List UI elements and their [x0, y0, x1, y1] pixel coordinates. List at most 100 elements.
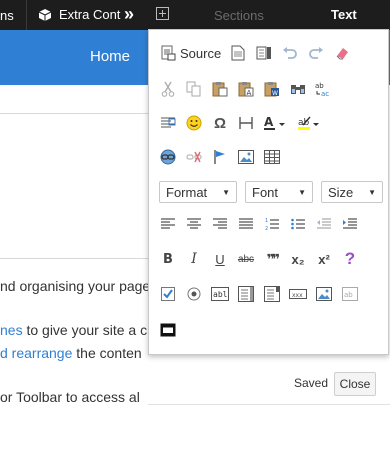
content-text: nd organising your page	[0, 278, 151, 294]
content-text: or Toolbar to access al	[0, 389, 140, 405]
cube-icon	[38, 8, 52, 22]
increase-indent-icon[interactable]	[341, 215, 359, 233]
chevron-double-right-icon[interactable]: »	[124, 4, 134, 25]
svg-text:ac: ac	[321, 90, 329, 97]
size-label: Size	[328, 184, 354, 200]
toolbar-row-document: Source	[159, 42, 351, 64]
smiley-icon[interactable]	[185, 114, 203, 132]
format-dropdown[interactable]: Format ▼	[159, 181, 237, 203]
textarea-icon[interactable]	[237, 285, 255, 303]
cut-icon[interactable]	[159, 80, 177, 98]
font-label: Font	[252, 184, 279, 200]
templates-icon[interactable]	[255, 44, 273, 62]
help-button[interactable]: ?	[341, 249, 359, 268]
background-color-icon[interactable]: ab	[297, 114, 323, 132]
toolbar-row-forms: abl xxx ab	[159, 283, 359, 305]
font-dropdown[interactable]: Font ▼	[245, 181, 313, 203]
bold-button[interactable]: B	[159, 250, 177, 268]
hidden-field-icon[interactable]: ab	[341, 285, 359, 303]
top-toolbar: ns Extra Cont » Sections Text	[0, 0, 390, 30]
italic-button[interactable]: I	[185, 250, 203, 268]
content-text: nes to give your site a c	[0, 322, 148, 338]
toolbar-row-links	[159, 146, 281, 168]
tab-text[interactable]: Text	[331, 7, 357, 22]
content-divider	[0, 113, 150, 114]
undo-icon[interactable]	[281, 44, 299, 62]
redo-icon[interactable]	[307, 44, 325, 62]
link-icon[interactable]	[159, 148, 177, 166]
svg-text:ab: ab	[344, 291, 353, 299]
toolbar-row-basic-styles: B I U abc ❞❞ x₂ x² ?	[159, 248, 359, 270]
decrease-indent-icon[interactable]	[315, 215, 333, 233]
strikethrough-button[interactable]: abc	[237, 250, 255, 268]
extra-content-label: Extra Cont	[59, 7, 121, 22]
chevron-down-icon: ▼	[298, 187, 306, 197]
source-icon	[159, 44, 177, 62]
paste-text-icon[interactable]: A	[237, 80, 255, 98]
paste-icon[interactable]	[211, 80, 229, 98]
remove-format-icon[interactable]	[333, 44, 351, 62]
content-text: d rearrange the conten	[0, 345, 142, 361]
chevron-down-icon: ▼	[368, 187, 376, 197]
toolbar-row-extra	[159, 319, 177, 341]
add-section-icon[interactable]	[156, 7, 169, 23]
align-center-icon[interactable]	[185, 215, 203, 233]
extra-content-button[interactable]: Extra Cont	[38, 7, 120, 22]
align-right-icon[interactable]	[211, 215, 229, 233]
paste-from-word-icon[interactable]: W	[263, 80, 281, 98]
svg-text:A: A	[247, 89, 252, 97]
nav-home-link[interactable]: Home	[90, 48, 130, 65]
new-page-icon[interactable]	[229, 44, 247, 62]
horizontal-rule-icon[interactable]	[237, 114, 255, 132]
size-dropdown[interactable]: Size ▼	[321, 181, 383, 203]
align-justify-icon[interactable]	[237, 215, 255, 233]
editor-bottom-divider	[148, 404, 390, 405]
subscript-button[interactable]: x₂	[289, 250, 307, 268]
svg-text:ab: ab	[315, 82, 324, 90]
button-field-icon[interactable]: xxx	[289, 285, 307, 303]
special-character-icon[interactable]: Ω	[211, 114, 229, 132]
table-icon[interactable]	[263, 148, 281, 166]
svg-text:xxx: xxx	[292, 292, 303, 299]
editor-toolbar-panel: Source A W ab ac Ω A ab Format ▼ Font ▼ …	[148, 29, 389, 355]
toolbar-row-insert: Ω A ab	[159, 112, 323, 134]
select-field-icon[interactable]	[263, 285, 281, 303]
svg-text:2: 2	[265, 226, 268, 231]
text-field-icon[interactable]: abl	[211, 285, 229, 303]
copy-icon[interactable]	[185, 80, 203, 98]
iframe-icon[interactable]	[159, 321, 177, 339]
toolbar-row-clipboard: A W ab ac	[159, 78, 333, 100]
unlink-icon[interactable]	[185, 148, 203, 166]
source-button[interactable]: Source	[159, 44, 221, 62]
svg-text:1: 1	[265, 218, 268, 224]
content-divider	[0, 258, 150, 259]
tab-sections[interactable]: Sections	[214, 8, 264, 23]
select-all-icon[interactable]	[159, 114, 177, 132]
topbar-truncated-item[interactable]: ns	[0, 8, 14, 23]
close-button[interactable]: Close	[334, 372, 376, 396]
image-icon[interactable]	[237, 148, 255, 166]
toolbar-row-styles: Format ▼ Font ▼ Size ▼	[159, 181, 383, 203]
radio-button-icon[interactable]	[185, 285, 203, 303]
numbered-list-icon[interactable]: 12	[263, 215, 281, 233]
chevron-down-icon: ▼	[222, 187, 230, 197]
image-button-icon[interactable]	[315, 285, 333, 303]
underline-button[interactable]: U	[211, 250, 229, 268]
superscript-button[interactable]: x²	[315, 250, 333, 268]
saved-status: Saved	[294, 376, 329, 390]
svg-text:abl: abl	[213, 290, 228, 299]
align-left-icon[interactable]	[159, 215, 177, 233]
text-color-icon[interactable]: A	[263, 114, 289, 132]
toolbar-row-paragraph: 12	[159, 213, 359, 235]
find-icon[interactable]	[289, 80, 307, 98]
blockquote-button[interactable]: ❞❞	[263, 250, 281, 268]
format-label: Format	[166, 184, 208, 200]
content-link[interactable]: d rearrange	[0, 345, 72, 361]
svg-text:A: A	[264, 115, 274, 129]
bulleted-list-icon[interactable]	[289, 215, 307, 233]
replace-icon[interactable]: ab ac	[315, 80, 333, 98]
anchor-flag-icon[interactable]	[211, 148, 229, 166]
checkbox-icon[interactable]	[159, 285, 177, 303]
svg-text:W: W	[272, 90, 278, 97]
content-link[interactable]: nes	[0, 322, 23, 338]
